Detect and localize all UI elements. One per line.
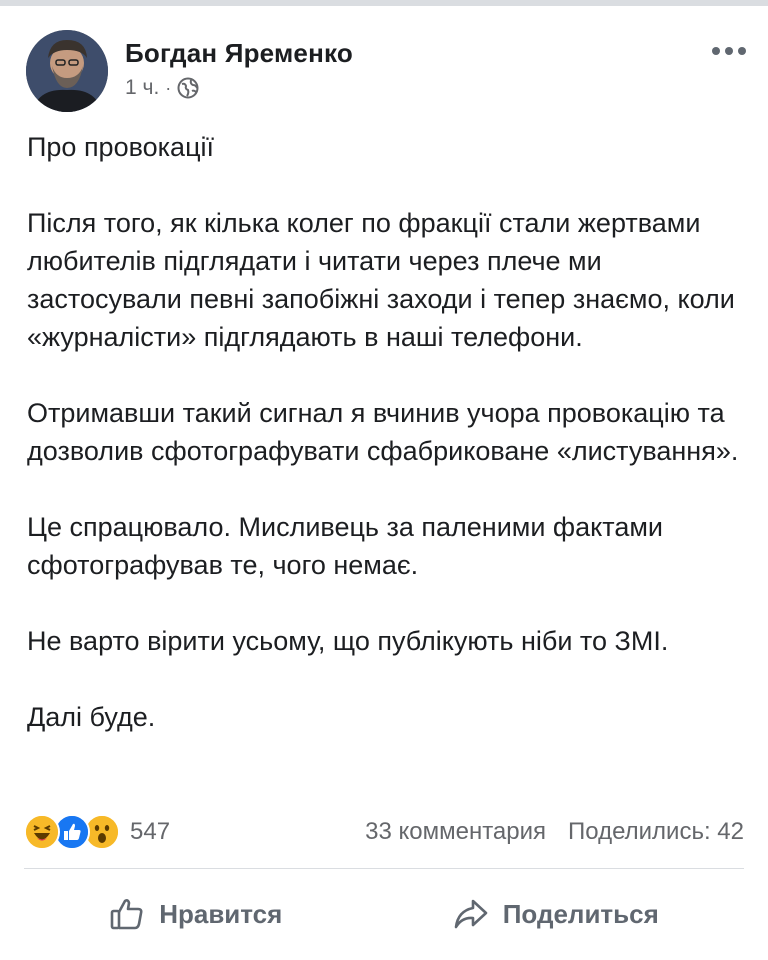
thumbs-up-icon <box>109 896 145 932</box>
post-paragraph: Про провокації <box>27 132 215 162</box>
post-paragraph: Далі буде. <box>27 702 156 732</box>
top-divider <box>0 0 768 6</box>
post-paragraph: Після того, як кілька колег по фракції с… <box>27 208 735 352</box>
post-actions: Нравится Поделиться <box>24 884 744 944</box>
post-time[interactable]: 1 ч. <box>125 76 159 100</box>
author-name[interactable]: Богдан Яременко <box>125 38 353 69</box>
share-arrow-icon <box>453 896 489 932</box>
post-card: Богдан Яременко 1 ч. · Про провокації Пі… <box>0 0 768 960</box>
haha-icon <box>24 814 60 850</box>
share-button[interactable]: Поделиться <box>453 896 659 932</box>
avatar[interactable] <box>26 30 108 112</box>
like-button[interactable]: Нравится <box>109 896 282 932</box>
post-text: Про провокації Після того, як кілька кол… <box>27 128 747 736</box>
shares-count-link[interactable]: Поделились: 42 <box>568 818 744 846</box>
post-paragraph: Не варто вірити усьому, що публікують ні… <box>27 626 669 656</box>
like-label: Нравится <box>159 898 283 929</box>
share-label: Поделиться <box>502 898 659 929</box>
comments-count-link[interactable]: 33 комментария <box>365 818 546 846</box>
more-options-icon[interactable] <box>712 44 746 58</box>
post-header: Богдан Яременко 1 ч. · <box>26 30 746 114</box>
actions-divider <box>24 868 744 869</box>
stats-right: 33 комментария Поделились: 42 <box>365 818 744 846</box>
reaction-count: 547 <box>130 818 171 845</box>
meta-separator: · <box>165 77 172 98</box>
globe-icon <box>177 77 199 99</box>
post-stats: 547 33 комментария Поделились: 42 <box>24 812 744 852</box>
reactions-summary[interactable]: 547 <box>24 814 170 850</box>
post-paragraph: Отримавши такий сигнал я вчинив учора пр… <box>27 398 739 466</box>
post-paragraph: Це спрацювало. Мисливець за паленими фак… <box>27 512 664 580</box>
post-meta: 1 ч. · <box>125 76 199 100</box>
